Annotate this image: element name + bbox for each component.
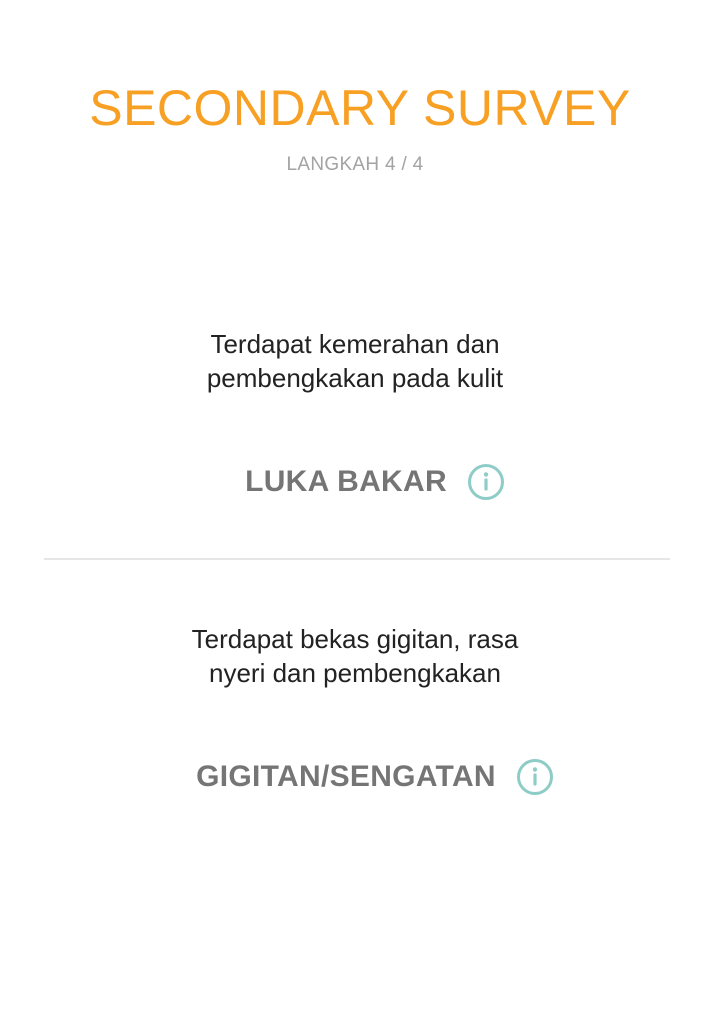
option-description-line: Terdapat kemerahan dan bbox=[210, 329, 500, 359]
option-label-luka-bakar[interactable]: LUKA BAKAR bbox=[245, 465, 447, 499]
section-divider bbox=[44, 558, 670, 560]
info-icon[interactable] bbox=[516, 758, 554, 796]
option-description: Terdapat bekas gigitan, rasa nyeri dan p… bbox=[0, 622, 710, 690]
step-indicator: LANGKAH 4 / 4 bbox=[286, 154, 424, 175]
option-description-line: Terdapat bekas gigitan, rasa bbox=[191, 624, 519, 654]
option-label-row[interactable]: LUKA BAKAR bbox=[0, 463, 710, 501]
info-icon[interactable] bbox=[467, 463, 505, 501]
option-description-line: nyeri dan pembengkakan bbox=[209, 658, 501, 688]
option-gigitan-sengatan: Terdapat bekas gigitan, rasa nyeri dan p… bbox=[0, 622, 710, 796]
option-label-row[interactable]: GIGITAN/SENGATAN bbox=[0, 758, 710, 796]
page-header: SECONDARY SURVEY bbox=[0, 78, 720, 138]
option-label-gigitan-sengatan[interactable]: GIGITAN/SENGATAN bbox=[196, 760, 496, 794]
page-title: SECONDARY SURVEY bbox=[89, 80, 631, 136]
option-luka-bakar: Terdapat kemerahan dan pembengkakan pada… bbox=[0, 327, 710, 501]
option-description-line: pembengkakan pada kulit bbox=[206, 363, 504, 393]
option-description: Terdapat kemerahan dan pembengkakan pada… bbox=[0, 327, 710, 395]
